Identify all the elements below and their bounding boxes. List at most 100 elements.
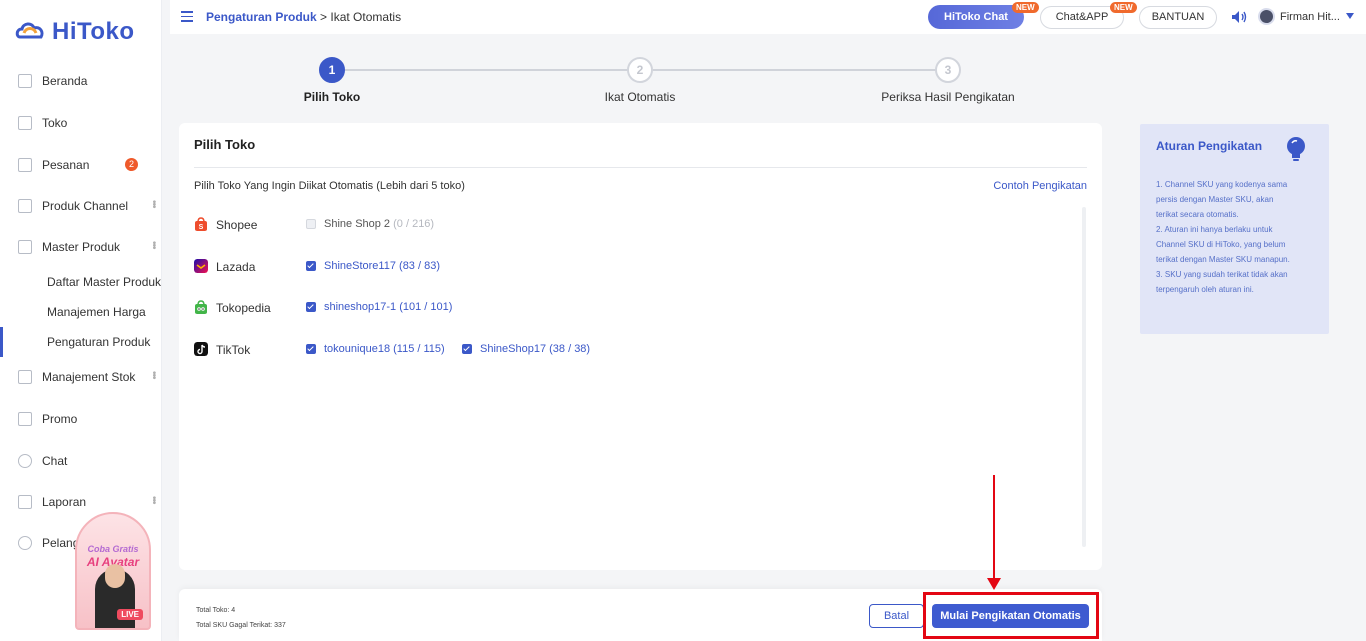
avatar-face xyxy=(105,564,125,588)
rule-item: 1. Channel SKU yang kodenya sama persis … xyxy=(1156,180,1288,219)
channel-row-tiktok: TikTok tokounique18 (115 / 115) ShineSho… xyxy=(194,340,1074,360)
sidebar-subitem-daftar-master-produk[interactable]: Daftar Master Produk xyxy=(0,267,162,297)
order-count-badge: 2 xyxy=(125,158,138,171)
step-1-circle: 1 xyxy=(319,57,345,83)
channel-row-tokopedia: Tokopedia shineshop17-1 (101 / 101) xyxy=(194,298,1074,318)
rule-item: 2. Aturan ini hanya berlaku untuk Channe… xyxy=(1156,225,1290,264)
checkbox-checked[interactable] xyxy=(306,261,316,271)
step-3-circle: 3 xyxy=(935,57,961,83)
checkbox-checked[interactable] xyxy=(462,344,472,354)
promo-line1: Coba Gratis xyxy=(87,544,139,554)
store-option[interactable]: ShineShop17 (38 / 38) xyxy=(462,343,590,355)
shopee-icon: S xyxy=(195,217,207,231)
hitoko-logo-icon xyxy=(15,22,44,39)
store-option[interactable]: Shine Shop 2 (0 / 216) xyxy=(306,218,434,230)
step-2-label: Ikat Otomatis xyxy=(604,90,676,104)
rules-list: 1. Channel SKU yang kodenya sama persis … xyxy=(1156,177,1320,297)
sidebar-item-label: Pesanan xyxy=(42,158,90,172)
store-option[interactable]: shineshop17-1 (101 / 101) xyxy=(306,301,452,313)
breadcrumb: Pengaturan Produk > Ikat Otomatis xyxy=(206,10,401,24)
chat-icon xyxy=(18,454,32,468)
sidebar-item-label: Produk Channel xyxy=(42,199,129,213)
grid-icon xyxy=(18,199,32,213)
store-name: ShineShop17 xyxy=(480,343,547,355)
ai-avatar-promo[interactable]: Coba Gratis AI Avatar LIVE xyxy=(75,512,151,630)
store-option[interactable]: ShineStore117 (83 / 83) xyxy=(306,260,440,272)
more-dots-icon[interactable]: ••• xyxy=(148,241,159,249)
checkbox[interactable] xyxy=(306,219,316,229)
panel-title: Pilih Toko xyxy=(194,137,256,152)
sidebar-item-label: Toko xyxy=(42,116,68,130)
sidebar-item-label: Promo xyxy=(42,412,78,426)
sidebar-item-label: Chat xyxy=(42,454,68,468)
more-dots-icon[interactable]: ••• xyxy=(148,496,159,504)
sidebar-subitem-label: Daftar Master Produk xyxy=(47,275,162,289)
step-1-label: Pilih Toko xyxy=(303,90,361,104)
sidebar-item-produk-channel[interactable]: Produk Channel ••• xyxy=(0,186,162,226)
store-option[interactable]: tokounique18 (115 / 115) xyxy=(306,343,445,355)
sidebar-item-pesanan[interactable]: Pesanan 2 xyxy=(0,145,162,185)
checkbox-checked[interactable] xyxy=(306,302,316,312)
channel-row-lazada: Lazada ShineStore117 (83 / 83) xyxy=(194,257,1074,277)
store-name: shineshop17-1 xyxy=(324,301,397,313)
store-name: ShineStore117 xyxy=(324,260,396,272)
sidebar-subitem-label: Manajemen Harga xyxy=(47,305,146,319)
store-name: Shine Shop 2 xyxy=(324,218,391,230)
user-avatar[interactable] xyxy=(1258,8,1275,25)
checkbox-checked[interactable] xyxy=(306,344,316,354)
sidebar-item-chat[interactable]: Chat xyxy=(0,441,162,481)
user-name[interactable]: Firman Hit... xyxy=(1280,11,1340,23)
live-badge: LIVE xyxy=(117,609,143,620)
more-dots-icon[interactable]: ••• xyxy=(148,371,159,379)
divider xyxy=(194,167,1087,168)
sidebar-item-laporan[interactable]: Laporan ••• xyxy=(0,482,162,522)
lightbulb-icon xyxy=(1287,137,1305,161)
sidebar-item-toko[interactable]: Toko xyxy=(0,103,162,143)
collapse-menu-icon[interactable] xyxy=(181,11,193,22)
cancel-button[interactable]: Batal xyxy=(869,604,924,628)
sidebar-subitem-manajemen-harga[interactable]: Manajemen Harga xyxy=(0,297,162,327)
scrollbar[interactable] xyxy=(1082,207,1086,547)
sidebar-item-label: Master Produk xyxy=(42,240,121,254)
new-tag: NEW xyxy=(1110,2,1137,13)
channel-name: TikTok xyxy=(216,343,251,357)
channel-name: Shopee xyxy=(216,218,258,232)
breadcrumb-link[interactable]: Pengaturan Produk xyxy=(206,10,317,24)
sidebar: HiToko Beranda Toko Pesanan 2 Produk Cha… xyxy=(0,0,162,641)
step-3-label: Periksa Hasil Pengikatan xyxy=(881,90,1015,104)
chevron-down-icon[interactable] xyxy=(1346,13,1354,19)
promo-icon xyxy=(18,412,32,426)
sidebar-item-label: Manajement Stok xyxy=(42,370,136,384)
logo-text: HiToko xyxy=(52,18,135,45)
hitoko-chat-button[interactable]: HiToko Chat xyxy=(928,5,1024,29)
sidebar-item-promo[interactable]: Promo xyxy=(0,399,162,439)
store-count: (101 / 101) xyxy=(399,301,453,313)
binding-rules-card: Aturan Pengikatan 1. Channel SKU yang ko… xyxy=(1140,124,1329,334)
order-icon xyxy=(18,158,32,172)
channel-row-shopee: S Shopee Shine Shop 2 (0 / 216) xyxy=(194,215,1074,235)
sidebar-subitem-pengaturan-produk[interactable]: Pengaturan Produk xyxy=(0,327,162,357)
panel-description: Pilih Toko Yang Ingin Diikat Otomatis (L… xyxy=(194,180,465,192)
select-store-panel: Pilih Toko Pilih Toko Yang Ingin Diikat … xyxy=(179,123,1102,570)
example-binding-link[interactable]: Contoh Pengikatan xyxy=(993,180,1087,192)
top-header: Pengaturan Produk > Ikat Otomatis HiToko… xyxy=(170,0,1366,34)
customers-icon xyxy=(18,536,32,550)
stock-icon xyxy=(18,370,32,384)
sidebar-item-master-produk[interactable]: Master Produk ••• xyxy=(0,227,162,267)
box-icon xyxy=(18,240,32,254)
channel-name: Lazada xyxy=(216,260,256,274)
breadcrumb-separator: > xyxy=(316,10,331,24)
sidebar-item-manajement-stok[interactable]: Manajement Stok ••• xyxy=(0,357,162,397)
annotation-arrow-head xyxy=(987,578,1001,590)
logo[interactable]: HiToko xyxy=(14,18,135,46)
store-count: (83 / 83) xyxy=(399,260,440,272)
store-count: (115 / 115) xyxy=(393,343,445,355)
more-dots-icon[interactable]: ••• xyxy=(148,200,159,208)
total-sku-failed: Total SKU Gagal Terikat: 337 xyxy=(196,622,286,629)
rules-title: Aturan Pengikatan xyxy=(1156,139,1263,153)
breadcrumb-current: Ikat Otomatis xyxy=(330,10,402,24)
sidebar-item-beranda[interactable]: Beranda xyxy=(0,61,162,101)
help-button[interactable]: BANTUAN xyxy=(1139,6,1217,29)
new-tag: NEW xyxy=(1012,2,1039,13)
speaker-icon[interactable] xyxy=(1231,10,1247,24)
